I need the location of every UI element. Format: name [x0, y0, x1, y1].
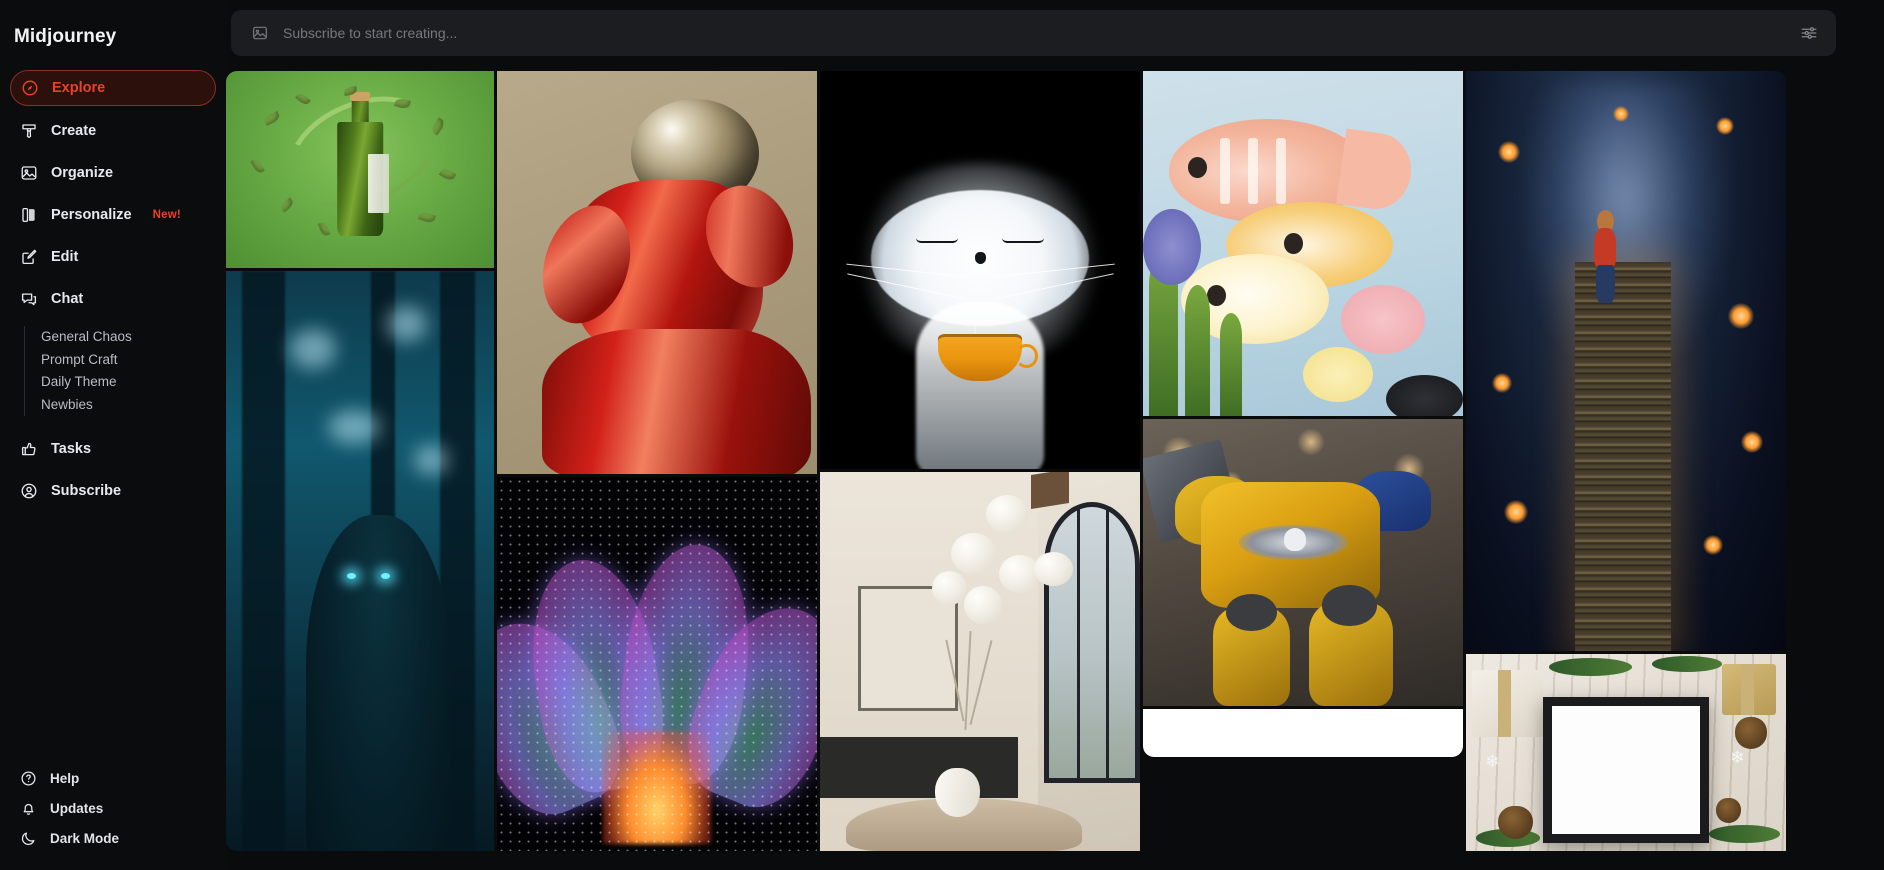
artwork-image	[1143, 419, 1463, 706]
gallery-tile-modern-dining-room[interactable]	[820, 472, 1140, 851]
image-icon	[20, 164, 38, 182]
sidebar: Midjourney Explore Create Organize Perso…	[0, 0, 226, 870]
sidebar-footer: Help Updates Dark Mode	[0, 764, 226, 870]
chat-bubble-icon	[20, 290, 38, 308]
gallery-column	[1143, 71, 1463, 851]
gallery-column: ❄ ❄	[1466, 71, 1786, 851]
user-circle-icon	[20, 482, 38, 500]
sidebar-item-subscribe[interactable]: Subscribe	[10, 474, 216, 508]
gallery-tile-painted-tropical-fish[interactable]	[1143, 71, 1463, 416]
sidebar-item-explore[interactable]: Explore	[10, 70, 216, 106]
brush-icon	[20, 122, 38, 140]
gallery-column	[497, 71, 817, 851]
sidebar-item-label: Dark Mode	[50, 830, 120, 846]
sliders-icon[interactable]	[1800, 24, 1818, 42]
sidebar-item-tasks[interactable]: Tasks	[10, 432, 216, 466]
chat-channel-prompt-craft[interactable]: Prompt Craft	[41, 349, 226, 372]
sidebar-item-organize[interactable]: Organize	[10, 156, 216, 190]
question-circle-icon	[20, 770, 37, 787]
search-bar-container: Subscribe to start creating...	[226, 0, 1884, 56]
gallery-tile-boy-on-book-tower-space[interactable]	[1466, 71, 1786, 651]
gallery-column	[226, 71, 494, 851]
sidebar-item-chat[interactable]: Chat	[10, 282, 216, 316]
gallery-tile-olive-oil-bottle-green[interactable]	[226, 71, 494, 268]
gallery-tile-white-placeholder-tile[interactable]	[1143, 709, 1463, 757]
moon-icon	[20, 830, 37, 847]
gallery-tile-white-fluffy-cat-with-cup[interactable]	[820, 71, 1140, 469]
chat-channel-list: General Chaos Prompt Craft Daily Theme N…	[24, 326, 226, 416]
snowflake-icon: ❄	[1485, 751, 1500, 771]
sidebar-item-label: Help	[50, 770, 80, 786]
artwork-image: ❄ ❄	[1466, 654, 1786, 851]
sidebar-item-label: Chat	[51, 291, 84, 307]
app-root: Midjourney Explore Create Organize Perso…	[0, 0, 1884, 870]
artwork-image	[226, 71, 494, 268]
artwork-image	[820, 472, 1140, 851]
image-icon	[251, 24, 269, 42]
artwork-image	[226, 271, 494, 851]
search-input[interactable]: Subscribe to start creating...	[283, 25, 1800, 41]
pencil-square-icon	[20, 248, 38, 266]
gallery-tile-christmas-frame-mockup[interactable]: ❄ ❄	[1466, 654, 1786, 851]
chat-channel-daily-theme[interactable]: Daily Theme	[41, 371, 226, 394]
sidebar-item-label: Tasks	[51, 441, 92, 457]
artwork-image	[820, 71, 1140, 469]
compass-icon	[21, 79, 39, 97]
bell-icon	[20, 800, 37, 817]
sidebar-item-create[interactable]: Create	[10, 114, 216, 148]
artwork-image	[497, 71, 817, 474]
artwork-image	[1143, 71, 1463, 416]
sidebar-item-label: Subscribe	[51, 483, 122, 499]
personalize-icon	[20, 206, 38, 224]
status-badge-new: New!	[152, 209, 181, 221]
artwork-image	[1143, 709, 1463, 757]
main-content: Subscribe to start creating... ❄ ❄	[226, 0, 1884, 870]
sidebar-item-label: Explore	[52, 80, 106, 96]
gallery-column	[820, 71, 1140, 851]
sidebar-item-label: Personalize	[51, 207, 132, 223]
sidebar-item-label: Create	[51, 123, 97, 139]
snowflake-icon: ❄	[1730, 747, 1745, 767]
sidebar-item-personalize[interactable]: Personalize New!	[10, 198, 216, 232]
sidebar-item-edit[interactable]: Edit	[10, 240, 216, 274]
thumbs-up-icon	[20, 440, 38, 458]
gallery-tile-red-latex-chrome-sphere-figure[interactable]	[497, 71, 817, 474]
gallery-tile-neon-iridescent-flower[interactable]	[497, 477, 817, 851]
sidebar-item-help[interactable]: Help	[0, 764, 226, 792]
sidebar-item-dark-mode[interactable]: Dark Mode	[0, 824, 226, 852]
brand-logo: Midjourney	[14, 26, 117, 47]
explore-gallery-grid: ❄ ❄	[226, 71, 1836, 851]
sidebar-item-label: Edit	[51, 249, 79, 265]
sidebar-item-updates[interactable]: Updates	[0, 794, 226, 822]
chat-channel-general-chaos[interactable]: General Chaos	[41, 326, 226, 349]
gallery-tile-dark-forest-creature[interactable]	[226, 271, 494, 851]
prompt-search-bar[interactable]: Subscribe to start creating...	[231, 10, 1836, 56]
artwork-image	[497, 477, 817, 851]
primary-nav: Explore Create Organize Personalize New!…	[0, 70, 226, 508]
gallery-tile-yellow-space-marine[interactable]	[1143, 419, 1463, 706]
sidebar-item-label: Organize	[51, 165, 114, 181]
sidebar-item-label: Updates	[50, 800, 104, 816]
chat-channel-newbies[interactable]: Newbies	[41, 394, 226, 417]
artwork-image	[1466, 71, 1786, 651]
